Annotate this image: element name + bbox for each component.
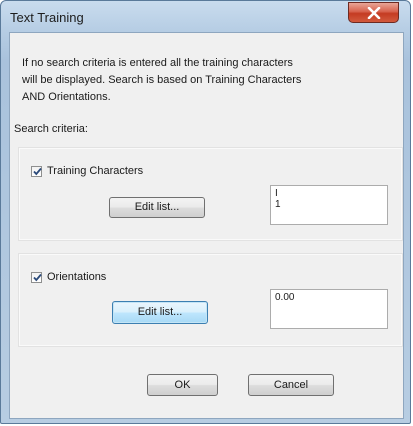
orientations-label: Orientations xyxy=(47,271,107,283)
search-criteria-label: Search criteria: xyxy=(14,123,88,135)
checkmark-icon xyxy=(33,167,42,175)
cancel-button[interactable]: Cancel xyxy=(248,374,334,396)
checkmark-icon xyxy=(33,273,42,281)
orientations-checkbox-row[interactable]: Orientations xyxy=(31,271,106,283)
window-title: Text Training xyxy=(10,10,84,25)
edit-training-characters-button[interactable]: Edit list... xyxy=(109,197,205,218)
training-characters-checkbox-row[interactable]: Training Characters xyxy=(31,165,143,177)
training-characters-label: Training Characters xyxy=(47,165,144,177)
info-line: If no search criteria is entered all the… xyxy=(22,57,293,69)
orientations-checkbox[interactable] xyxy=(31,271,42,283)
close-button[interactable] xyxy=(348,2,399,23)
close-icon xyxy=(367,7,381,19)
training-characters-list[interactable]: I 1 xyxy=(270,185,388,225)
dialog-client-area: If no search criteria is entered all the… xyxy=(9,32,404,419)
info-line: AND Orientations. xyxy=(22,91,111,103)
list-item[interactable]: 0.00 xyxy=(275,292,383,303)
dialog-window: Text Training If no search criteria is e… xyxy=(0,0,411,424)
ok-button[interactable]: OK xyxy=(147,374,218,396)
list-item[interactable]: 1 xyxy=(275,199,383,210)
training-characters-checkbox[interactable] xyxy=(31,165,42,177)
orientations-group: Orientations Edit list... 0.00 xyxy=(18,253,403,347)
info-text: If no search criteria is entered all the… xyxy=(22,55,382,106)
edit-orientations-button[interactable]: Edit list... xyxy=(112,301,208,324)
orientations-list[interactable]: 0.00 xyxy=(270,289,388,329)
info-line: will be displayed. Search is based on Tr… xyxy=(22,74,302,86)
list-item[interactable]: I xyxy=(275,188,383,199)
training-characters-group: Training Characters Edit list... I 1 xyxy=(18,147,403,241)
title-bar[interactable]: Text Training xyxy=(1,1,410,31)
